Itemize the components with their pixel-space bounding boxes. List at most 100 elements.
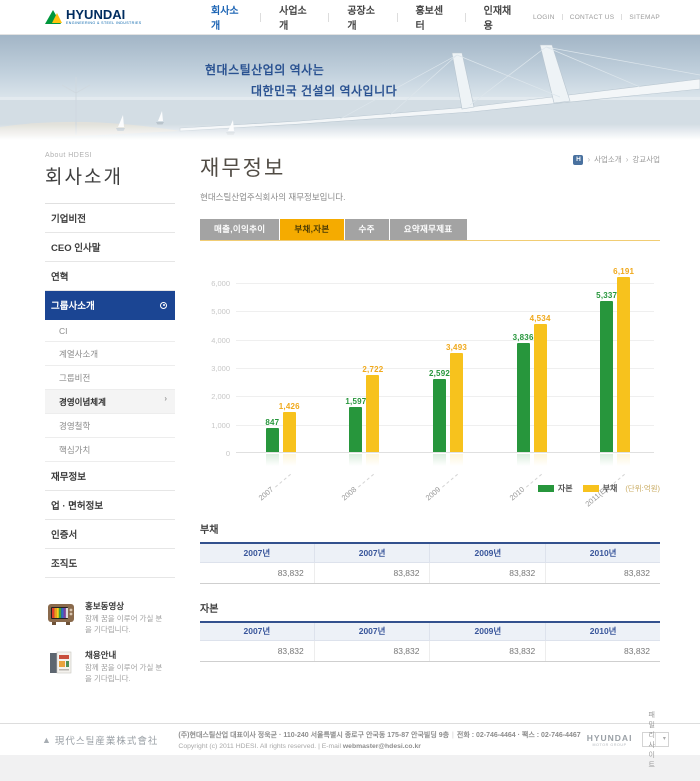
bar-reflection (266, 454, 279, 466)
bar-자본-2011(E)[interactable] (600, 301, 613, 452)
footer-text: (주)현대스틸산업 대표이사 정욱균 · 110-240 서울특별시 종로구 안… (178, 730, 580, 750)
data-table-부채: 2007년2007년2009년2010년83,83283,83283,83283… (200, 542, 660, 584)
breadcrumb-item[interactable]: 강교사업 (632, 154, 660, 165)
bar-reflection (283, 454, 296, 466)
bar-부채-2008[interactable] (366, 375, 379, 452)
table-header-row: 2007년2007년2009년2010년 (200, 543, 660, 562)
footer: ▲ 現代스틸産業株式會社 (주)현대스틸산업 대표이사 정욱균 · 110-24… (0, 723, 700, 755)
tab-3[interactable]: 수주 (345, 219, 389, 240)
bar-chart: 8471,4261,5972,7222,5923,4933,8364,5345,… (200, 255, 660, 505)
footer-address: (주)현대스틸산업 대표이사 정욱균 · 110-240 서울특별시 종로구 안… (178, 732, 449, 739)
promo-홍보동영상[interactable]: 홍보동영상함께 꿈을 이루어 가실 분을 기다립니다. (45, 600, 175, 636)
bar-부채-2009[interactable] (450, 353, 463, 452)
y-axis-label: 2,000 (200, 392, 230, 401)
promo-text: 홍보동영상함께 꿈을 이루어 가실 분을 기다립니다. (85, 600, 163, 636)
hero-fade (0, 124, 700, 140)
legend-swatch-부채 (583, 485, 599, 492)
tv-icon (45, 600, 77, 628)
utility-link-contact-us[interactable]: CONTACT US (570, 14, 615, 21)
table-cell: 83,832 (200, 641, 314, 662)
page: HYUNDAI ENGINEERING & STEEL INDUSTRIES 회… (0, 0, 700, 781)
breadcrumb-item[interactable]: 사업소개 (594, 154, 622, 165)
promo-채용안내[interactable]: 채용안내함께 꿈을 이루어 가실 분을 기다립니다. (45, 649, 175, 685)
y-axis-label: 5,000 (200, 307, 230, 316)
bar-부채-2007[interactable] (283, 412, 296, 452)
table-cell: 83,832 (546, 641, 660, 662)
bar-reflection (534, 454, 547, 466)
column-header: 2009년 (430, 622, 546, 641)
x-axis-label: 2009 (410, 470, 460, 514)
table-body: 83,83283,83283,83283,832 (200, 641, 660, 662)
nav-item-5[interactable]: 인재채용 (466, 2, 533, 32)
sidebar-subitem[interactable]: 경영이념체계› (45, 390, 175, 414)
legend-label-부채: 부채 (603, 483, 618, 494)
footer-email[interactable]: webmaster@hdesi.co.kr (343, 743, 421, 750)
pyramid-icon: ▲ (42, 735, 52, 745)
unit-label: (단위:억원) (625, 483, 660, 494)
bar-value-label: 6,191 (602, 267, 646, 276)
book-icon (45, 649, 77, 677)
breadcrumb-home-icon[interactable]: H (573, 155, 583, 165)
content: About HDESI 회사소개 기업비전CEO 인사말연혁그룹사소개CI계열사… (0, 140, 700, 723)
bar-reflection (617, 454, 630, 466)
sidebar-subitem[interactable]: 그룹비전 (45, 366, 175, 390)
chart-legend: 자본부채(단위:억원) (528, 483, 660, 494)
sidebar-subitem[interactable]: 계열사소개 (45, 342, 175, 366)
sidebar-subitem[interactable]: CI (45, 320, 175, 342)
y-axis-label: 0 (200, 449, 230, 458)
sidebar-item[interactable]: 조직도 (45, 549, 175, 578)
table-header-row: 2007년2007년2009년2010년 (200, 622, 660, 641)
nav-item-2[interactable]: 사업소개 (261, 2, 328, 32)
header: HYUNDAI ENGINEERING & STEEL INDUSTRIES 회… (0, 0, 700, 35)
motor-group-sub: MOTOR GROUP (587, 743, 633, 747)
sidebar-item[interactable]: 그룹사소개 (45, 291, 175, 320)
bar-reflection (366, 454, 379, 466)
bar-reflection (450, 454, 463, 466)
sidebar-subitem[interactable]: 경영철학 (45, 414, 175, 438)
utility-link-login[interactable]: LOGIN (533, 14, 555, 21)
utility-separator (562, 14, 563, 20)
sidebar-item[interactable]: CEO 인사말 (45, 233, 175, 262)
bar-부채-2011(E)[interactable] (617, 277, 630, 452)
hero-line2: 대한민국 건설의 역사입니다 (251, 82, 397, 99)
table-row: 83,83283,83283,83283,832 (200, 641, 660, 662)
nav-item-1[interactable]: 회사소개 (193, 2, 260, 32)
sidebar-item[interactable]: 재무정보 (45, 462, 175, 491)
sidebar-item[interactable]: 연혁 (45, 262, 175, 291)
bar-자본-2008[interactable] (349, 407, 362, 452)
utility-link-sitemap[interactable]: SITEMAP (629, 14, 660, 21)
table-cell: 83,832 (314, 641, 430, 662)
legend-swatch-자본 (538, 485, 554, 492)
nav-item-4[interactable]: 홍보센터 (397, 2, 464, 32)
y-axis-label: 4,000 (200, 336, 230, 345)
table-head: 2007년2007년2009년2010년 (200, 543, 660, 562)
family-site-select[interactable]: 패밀리사이트 ▾ (642, 732, 668, 747)
sidebar-subitem[interactable]: 핵심가치 (45, 438, 175, 462)
logo-subtext: ENGINEERING & STEEL INDUSTRIES (66, 21, 142, 25)
bar-reflection (349, 454, 362, 466)
bar-자본-2010[interactable] (517, 343, 530, 452)
nav-item-3[interactable]: 공장소개 (329, 2, 396, 32)
data-table-자본: 2007년2007년2009년2010년83,83283,83283,83283… (200, 621, 660, 663)
sidebar-item[interactable]: 기업비전 (45, 204, 175, 233)
footer-logo: ▲ 現代스틸産業株式會社 (42, 733, 158, 747)
motor-group-logo[interactable]: HYUNDAI MOTOR GROUP (587, 733, 633, 747)
sidebar-item[interactable]: 인증서 (45, 520, 175, 549)
footer-email-label: E-mail (322, 743, 341, 750)
bar-자본-2009[interactable] (433, 379, 446, 452)
table-title: 자본 (200, 600, 660, 615)
tab-4[interactable]: 요약재무제표 (390, 219, 467, 240)
gridline (236, 340, 654, 341)
bar-reflection (517, 454, 530, 466)
company-logo[interactable]: HYUNDAI ENGINEERING & STEEL INDUSTRIES (45, 9, 175, 25)
x-axis-label: 2008 (326, 470, 376, 514)
column-header: 2007년 (314, 622, 430, 641)
bar-value-label: 3,493 (435, 343, 479, 352)
hero-line1: 현대스틸산업의 역사는 (205, 61, 397, 78)
sidebar: About HDESI 회사소개 기업비전CEO 인사말연혁그룹사소개CI계열사… (45, 152, 175, 723)
tab-2[interactable]: 부채,자본 (280, 219, 343, 240)
sidebar-item[interactable]: 업 · 면허정보 (45, 491, 175, 520)
tab-1[interactable]: 매출,이익추이 (200, 219, 279, 240)
bar-자본-2007[interactable] (266, 428, 279, 452)
bar-부채-2010[interactable] (534, 324, 547, 452)
